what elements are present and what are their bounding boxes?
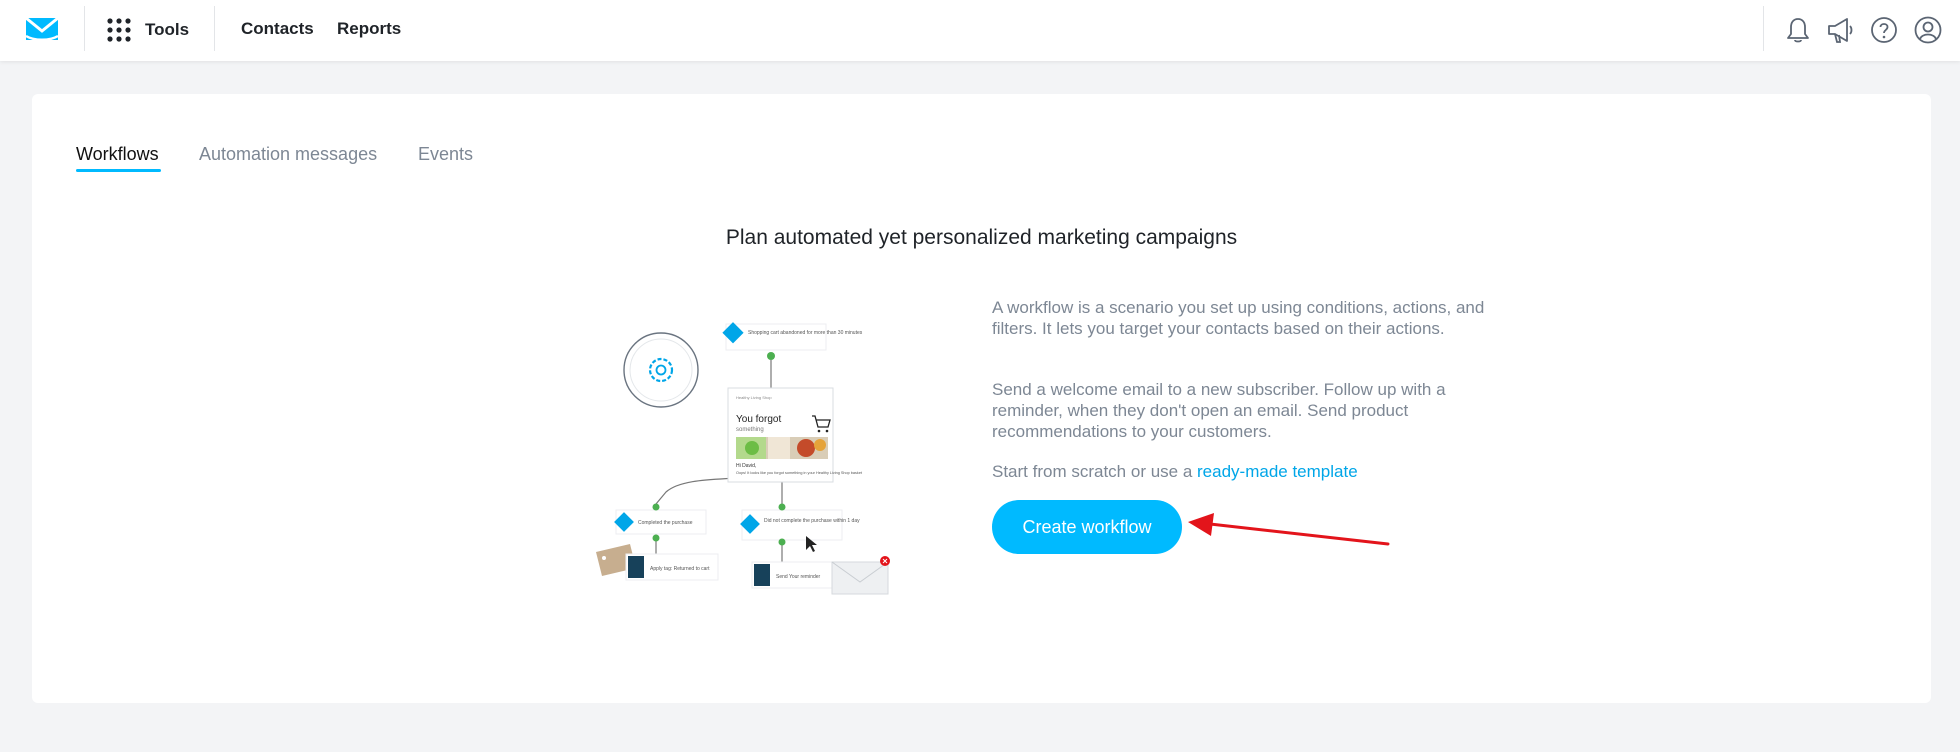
workflows-card: Workflows Automation messages Events Pla… (32, 94, 1931, 703)
top-bar: Tools Contacts Reports (0, 0, 1960, 61)
divider (214, 6, 215, 51)
description-paragraph-1: A workflow is a scenario you set up usin… (992, 298, 1485, 338)
bell-icon[interactable] (1782, 14, 1814, 46)
workflow-illustration: Shopping cart abandoned for more than 30… (596, 322, 890, 595)
description-paragraph-2: Send a welcome email to a new subscriber… (992, 380, 1446, 441)
create-workflow-button[interactable]: Create workflow (992, 500, 1182, 554)
apps-grid-icon (107, 18, 131, 42)
tools-label: Tools (145, 20, 190, 39)
node-completed-text: Completed the purchase (638, 520, 693, 526)
megaphone-icon[interactable] (1825, 14, 1857, 46)
nav-contacts[interactable]: Contacts (241, 19, 314, 39)
tab-events[interactable]: Events (418, 144, 473, 174)
email-body-text: Oops! It looks like you forgot something… (736, 471, 863, 475)
node-reminder-text: Send Your reminder (776, 574, 821, 580)
email-greeting-text: Hi David, (736, 463, 756, 469)
user-icon[interactable] (1912, 14, 1944, 46)
page-headline: Plan automated yet personalized marketin… (725, 226, 1238, 249)
email-title-text: You forgot (736, 414, 781, 425)
svg-text:Healthy Living Shop: Healthy Living Shop (736, 395, 772, 400)
tab-automation-messages[interactable]: Automation messages (199, 144, 377, 174)
divider (84, 6, 85, 51)
email-subtitle-text: something (736, 427, 764, 433)
help-icon[interactable] (1868, 14, 1900, 46)
node-tag-text: Apply tag: Returned to cart (650, 566, 710, 572)
annotation-arrow-icon (1188, 513, 1390, 546)
active-tab-indicator (76, 169, 161, 172)
node-abandoned-text: Shopping cart abandoned for more than 30… (748, 330, 863, 336)
ready-made-template-link[interactable]: ready-made template (1197, 462, 1358, 481)
divider (1763, 6, 1764, 51)
nav-reports[interactable]: Reports (337, 19, 401, 39)
tools-menu-button[interactable]: Tools (107, 15, 189, 45)
getresponse-logo-icon[interactable] (24, 14, 60, 44)
node-not-completed-text: Did not complete the purchase within 1 d… (764, 518, 860, 524)
start-text: Start from scratch or use a (992, 462, 1198, 481)
description-paragraph-3: Start from scratch or use a ready-made t… (992, 461, 1502, 482)
